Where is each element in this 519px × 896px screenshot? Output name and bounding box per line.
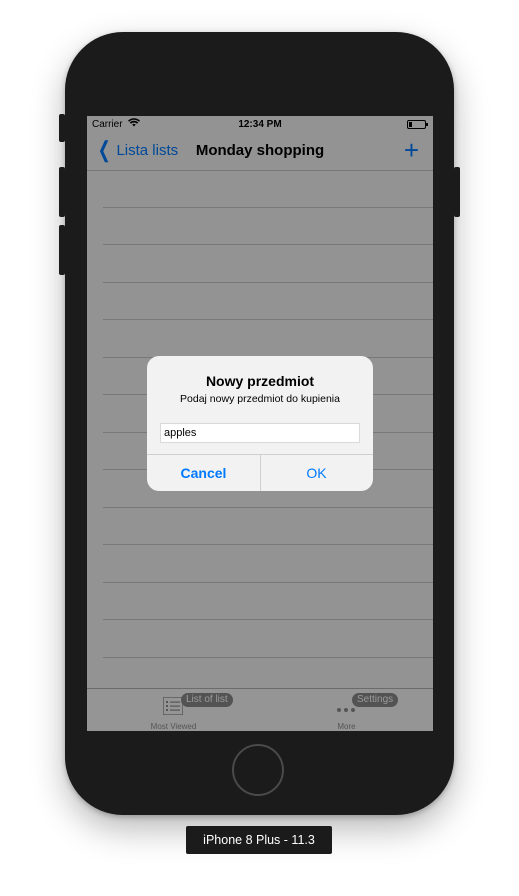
volume-up-button: [59, 167, 65, 217]
item-input[interactable]: apples: [160, 423, 360, 443]
home-button[interactable]: [232, 744, 284, 796]
alert-title: Nowy przedmiot: [205, 373, 315, 389]
mute-switch: [59, 114, 65, 142]
alert-dialog: Nowy przedmiot Podaj nowy przedmiot do k…: [147, 356, 373, 491]
power-button: [454, 167, 460, 217]
alert-message: Podaj nowy przedmiot do kupienia: [180, 393, 340, 405]
screen: Carrier 12:34 PM ❮ Lista lists Monday sh…: [87, 116, 433, 731]
volume-down-button: [59, 225, 65, 275]
cancel-button[interactable]: Cancel: [147, 455, 260, 491]
ok-button[interactable]: OK: [260, 455, 373, 491]
device-label: iPhone 8 Plus - 11.3: [186, 826, 332, 854]
